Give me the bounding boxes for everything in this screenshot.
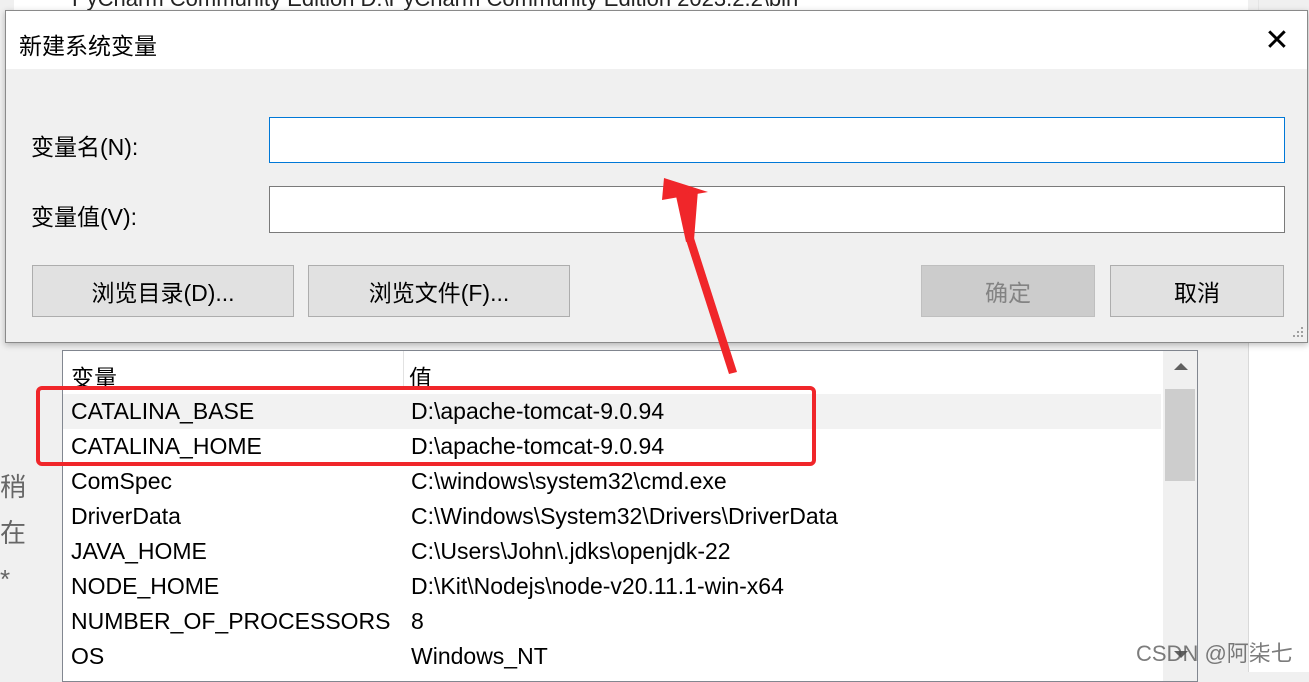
cancel-button[interactable]: 取消 — [1110, 265, 1284, 317]
variable-name: NUMBER_OF_PROCESSORS — [71, 608, 391, 634]
variable-name-label: 变量名(N): — [31, 134, 139, 160]
close-button[interactable]: ✕ — [1247, 11, 1307, 69]
close-icon: ✕ — [1264, 23, 1290, 57]
variable-value-label: 变量值(V): — [31, 204, 138, 230]
table-row[interactable]: ComSpec C:\windows\system32\cmd.exe — [63, 464, 1161, 499]
variable-value: C:\Windows\System32\Drivers\DriverData — [411, 503, 838, 529]
scroll-thumb[interactable] — [1165, 389, 1195, 481]
variable-value: Windows_NT — [411, 643, 548, 669]
variable-value: D:\Kit\Nodejs\node-v20.11.1-win-x64 — [411, 573, 784, 599]
table-row[interactable]: NUMBER_OF_PROCESSORS 8 — [63, 604, 1161, 639]
list-header: 变量 值 — [63, 351, 1161, 391]
table-row[interactable]: JAVA_HOME C:\Users\John\.jdks\openjdk-22 — [63, 534, 1161, 569]
variable-name: OS — [71, 643, 105, 669]
variable-value: 8 — [411, 608, 424, 634]
variable-value-field[interactable] — [269, 186, 1285, 233]
resize-grip-icon[interactable] — [1290, 325, 1304, 339]
background-char-1: 稍 — [0, 472, 27, 502]
table-row[interactable]: OS Windows_NT — [63, 639, 1161, 674]
background-right-panel — [1248, 330, 1309, 672]
column-separator[interactable] — [403, 351, 404, 387]
new-system-variable-dialog: 新建系统变量 ✕ 变量名(N): 变量值(V): 浏览目录(D)... 浏览文件… — [5, 10, 1308, 343]
table-row[interactable]: DriverData C:\Windows\System32\Drivers\D… — [63, 499, 1161, 534]
variable-name: ComSpec — [71, 468, 172, 494]
scroll-up-icon[interactable] — [1174, 363, 1188, 370]
dialog-titlebar[interactable]: 新建系统变量 ✕ — [6, 11, 1307, 69]
dialog-title: 新建系统变量 — [19, 33, 157, 59]
list-scrollbar[interactable] — [1163, 351, 1197, 681]
variable-value: C:\windows\system32\cmd.exe — [411, 468, 727, 494]
ok-button[interactable]: 确定 — [921, 265, 1095, 317]
browse-directory-button[interactable]: 浏览目录(D)... — [32, 265, 294, 317]
variable-value: C:\Users\John\.jdks\openjdk-22 — [411, 538, 731, 564]
variable-name: DriverData — [71, 503, 181, 529]
background-char-2: 在* — [0, 518, 27, 594]
browse-file-button[interactable]: 浏览文件(F)... — [308, 265, 570, 317]
variable-name: NODE_HOME — [71, 573, 220, 599]
variable-value-input[interactable] — [270, 187, 1284, 232]
watermark: CSDN @阿柒七 — [1136, 641, 1293, 666]
variable-name-field[interactable] — [269, 117, 1285, 163]
background-left-text: 稍 在* — [0, 464, 27, 602]
table-row[interactable]: NODE_HOME D:\Kit\Nodejs\node-v20.11.1-wi… — [63, 569, 1161, 604]
annotation-highlight-box — [36, 386, 816, 466]
variable-name: JAVA_HOME — [71, 538, 207, 564]
variable-name-input[interactable] — [270, 118, 1284, 162]
